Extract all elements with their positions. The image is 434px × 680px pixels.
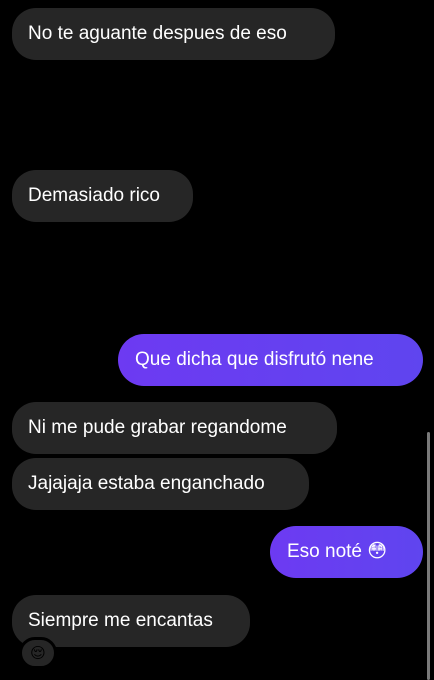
smirk-icon: 😏 bbox=[335, 245, 405, 315]
message-text: Ni me pude grabar regandome bbox=[28, 416, 287, 438]
message-text: Siempre me encantas bbox=[28, 609, 213, 631]
incoming-message[interactable]: No te aguante despues de eso bbox=[12, 8, 335, 60]
message-text: Que dicha que disfrutó nene bbox=[135, 348, 374, 370]
relieved-face-icon: 😌 bbox=[30, 645, 46, 662]
chat-thread: No te aguante despues de eso 🙀 Demasiado… bbox=[0, 0, 434, 680]
incoming-message[interactable]: Jajajaja estaba enganchado bbox=[12, 458, 309, 510]
message-text: Eso noté 😳 bbox=[287, 540, 388, 562]
smirk-icon: 😏 bbox=[267, 245, 336, 315]
message-text: Jajajaja estaba enganchado bbox=[28, 472, 265, 494]
incoming-message[interactable]: Ni me pude grabar regandome bbox=[12, 402, 337, 454]
incoming-message[interactable]: Demasiado rico bbox=[12, 170, 193, 222]
weary-cat-emoji-message[interactable]: 🙀 bbox=[16, 84, 79, 144]
smirk-icon: 😏 bbox=[198, 245, 268, 315]
smirk-icon: 😏 bbox=[130, 245, 199, 315]
scrollbar[interactable] bbox=[427, 432, 430, 680]
outgoing-message[interactable]: Que dicha que disfrutó nene bbox=[118, 334, 423, 386]
message-reaction[interactable]: 😌 bbox=[19, 637, 57, 669]
smirk-emoji-message[interactable]: 😏😏😏😏 bbox=[130, 250, 404, 310]
message-text: Demasiado rico bbox=[28, 184, 160, 206]
message-text: No te aguante despues de eso bbox=[28, 22, 287, 44]
weary-cat-icon: 🙀 bbox=[16, 79, 79, 149]
outgoing-message[interactable]: Eso noté 😳 bbox=[270, 526, 423, 578]
